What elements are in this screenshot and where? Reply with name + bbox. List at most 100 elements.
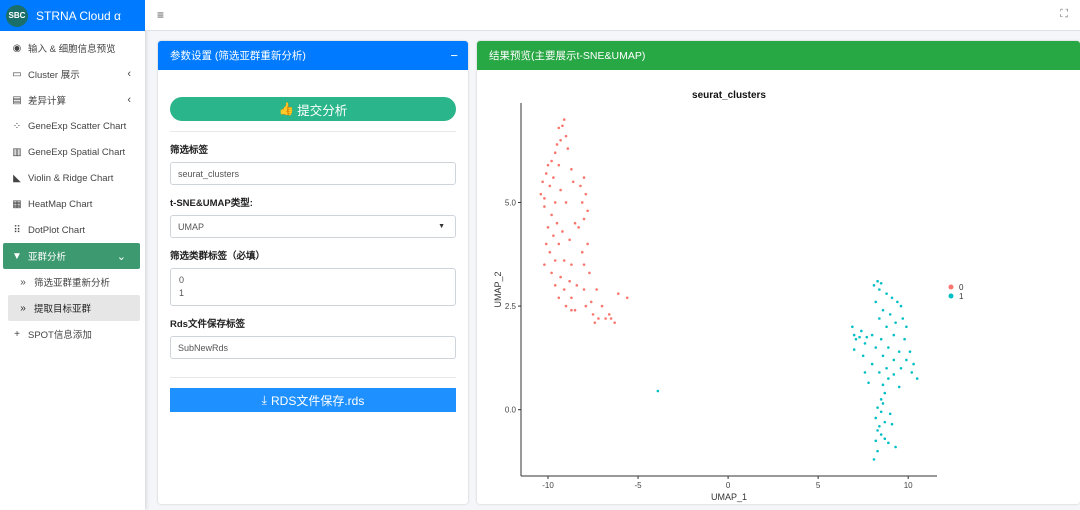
data-point-cluster-1 bbox=[881, 308, 885, 312]
sidebar-item[interactable]: ▥ GeneExp Spatial Chart bbox=[0, 139, 145, 165]
data-point-cluster-0 bbox=[604, 317, 607, 320]
data-point-cluster-0 bbox=[557, 296, 561, 300]
data-point-cluster-0 bbox=[568, 238, 571, 242]
fullscreen-icon[interactable]: ⛶ bbox=[1060, 8, 1068, 21]
sidebar-item-label: 输入 & 细胞信息预览 bbox=[28, 44, 116, 55]
sidebar-item[interactable]: ⁘ GeneExp Scatter Chart bbox=[0, 113, 145, 139]
data-point-cluster-1 bbox=[876, 279, 879, 283]
sidebar-item[interactable]: ◉ 输入 & 细胞信息预览 bbox=[0, 35, 145, 61]
data-point-cluster-0 bbox=[584, 192, 588, 196]
sidebar-item[interactable]: ⠿ DotPlot Chart bbox=[0, 217, 145, 243]
data-point-cluster-1 bbox=[878, 317, 881, 320]
rds-save-button[interactable]: ⤓ RDS文件保存.rds bbox=[170, 388, 456, 412]
collapse-button[interactable]: − bbox=[450, 48, 458, 63]
sidebar: SBC STRNA Cloud α ◉ 输入 & 细胞信息预览 ▭ Cluster 展… bbox=[0, 0, 145, 510]
results-card: 结果预览(主要展示t-SNE&UMAP) -10 -5 0 5 10 0.0 2.5 5.0 s… bbox=[477, 41, 1080, 504]
data-point-cluster-1 bbox=[885, 325, 888, 329]
data-point-cluster-1 bbox=[867, 381, 870, 385]
sidebar-item[interactable]: ▤ 差异计算 ‹ bbox=[0, 87, 145, 113]
caret-down-icon: ▼ bbox=[438, 223, 445, 230]
data-point-cluster-0 bbox=[564, 201, 568, 204]
data-point-cluster-1 bbox=[888, 412, 892, 416]
filter-input[interactable]: seurat_clusters bbox=[170, 162, 456, 185]
spinner-icon: ⁘ bbox=[12, 120, 22, 132]
menu-toggle-icon[interactable]: ≡ bbox=[157, 8, 164, 22]
x-tick-label: 0 bbox=[726, 481, 731, 490]
data-point-cluster-1 bbox=[878, 424, 881, 428]
data-point-cluster-0 bbox=[573, 221, 577, 225]
sidebar-item[interactable]: ▼ 亚群分析 ⌄ bbox=[3, 243, 140, 269]
sidebar-item[interactable]: » 筛选亚群重新分析 bbox=[0, 269, 145, 295]
data-point-cluster-0 bbox=[539, 192, 543, 196]
data-point-cluster-1 bbox=[858, 335, 861, 339]
data-point-cluster-0 bbox=[550, 159, 553, 163]
sidebar-item[interactable]: » 提取目标亚群 bbox=[8, 295, 140, 321]
data-point-cluster-0 bbox=[564, 134, 568, 138]
grid-icon: ⠿ bbox=[13, 224, 21, 236]
data-point-cluster-1 bbox=[878, 371, 881, 374]
data-point-cluster-0 bbox=[580, 250, 584, 254]
sidebar-item-label: Violin & Ridge Chart bbox=[28, 172, 114, 184]
brand-title: STRNA Cloud α bbox=[36, 8, 121, 23]
data-point-cluster-1 bbox=[870, 362, 874, 366]
eye-icon: ◉ bbox=[12, 42, 22, 54]
submit-label: 提交分析 bbox=[297, 103, 348, 118]
data-point-cluster-1 bbox=[874, 416, 878, 420]
chart-title: seurat_clusters bbox=[692, 90, 766, 101]
brand-logo: SBC bbox=[6, 4, 28, 27]
rds-input[interactable]: SubNewRds bbox=[170, 336, 456, 359]
data-point-cluster-1 bbox=[883, 391, 887, 395]
sidebar-item-label: 提取目标亚群 bbox=[34, 304, 92, 315]
data-point-cluster-0 bbox=[586, 242, 589, 246]
y-tick-label: 2.5 bbox=[505, 302, 517, 311]
clusters-textarea[interactable]: 0 1 bbox=[170, 268, 456, 306]
data-point-cluster-0 bbox=[562, 118, 566, 121]
legend-marker bbox=[948, 284, 954, 290]
data-point-cluster-1 bbox=[899, 304, 903, 308]
data-point-cluster-0 bbox=[561, 124, 564, 128]
data-point-cluster-1 bbox=[854, 337, 858, 341]
sidebar-item[interactable]: ◣ Violin & Ridge Chart bbox=[0, 165, 145, 191]
data-point-cluster-1 bbox=[872, 458, 876, 461]
data-point-cluster-0 bbox=[559, 139, 562, 142]
data-point-cluster-1 bbox=[874, 300, 878, 304]
x-tick-label: -10 bbox=[542, 481, 554, 490]
y-tick-label: 0.0 bbox=[505, 406, 517, 415]
sidebar-item[interactable]: ▭ Cluster 展示 ‹ bbox=[0, 61, 145, 87]
x-axis-label: UMAP_1 bbox=[711, 492, 747, 502]
data-point-cluster-0 bbox=[564, 304, 568, 308]
chevron-icon: ⌄ bbox=[116, 250, 126, 263]
data-point-cluster-0 bbox=[579, 184, 582, 188]
sidebar-item[interactable]: + SPOT信息添加 bbox=[0, 321, 145, 347]
submit-analysis-button[interactable]: 👍 提交分析 bbox=[170, 97, 456, 121]
brand[interactable]: SBC STRNA Cloud α bbox=[0, 0, 145, 31]
data-point-cluster-1 bbox=[908, 350, 912, 353]
cluster-value: 1 bbox=[179, 288, 185, 298]
data-point-cluster-0 bbox=[550, 271, 553, 275]
data-point-cluster-1 bbox=[887, 441, 890, 445]
data-point-cluster-1 bbox=[865, 335, 869, 339]
data-point-cluster-1 bbox=[860, 329, 863, 333]
data-point-cluster-0 bbox=[557, 126, 561, 130]
data-point-cluster-1 bbox=[870, 333, 874, 337]
data-point-cluster-1 bbox=[910, 371, 914, 374]
reduction-select[interactable]: UMAP ▼ bbox=[170, 215, 456, 238]
cluster-value: 0 bbox=[179, 275, 185, 285]
y-tick-label: 5.0 bbox=[505, 198, 517, 207]
data-point-cluster-0 bbox=[546, 226, 550, 229]
chevron-icon: ‹ bbox=[127, 94, 131, 106]
data-point-cluster-0 bbox=[546, 163, 550, 167]
data-point-cluster-0 bbox=[557, 242, 561, 246]
data-point-cluster-0 bbox=[600, 304, 604, 308]
save-label: RDS文件保存.rds bbox=[270, 393, 365, 408]
data-point-cluster-0 bbox=[577, 226, 580, 229]
data-point-cluster-1 bbox=[885, 292, 888, 295]
desktop-icon: ▭ bbox=[12, 68, 22, 80]
data-point-cluster-0 bbox=[586, 209, 589, 213]
data-point-cluster-1 bbox=[905, 325, 908, 329]
data-point-cluster-1 bbox=[879, 433, 883, 436]
data-point-cluster-1 bbox=[892, 333, 896, 337]
data-point-cluster-1 bbox=[876, 429, 879, 432]
sidebar-item[interactable]: ▦ HeatMap Chart bbox=[0, 191, 145, 217]
data-point-cluster-0 bbox=[553, 259, 557, 262]
